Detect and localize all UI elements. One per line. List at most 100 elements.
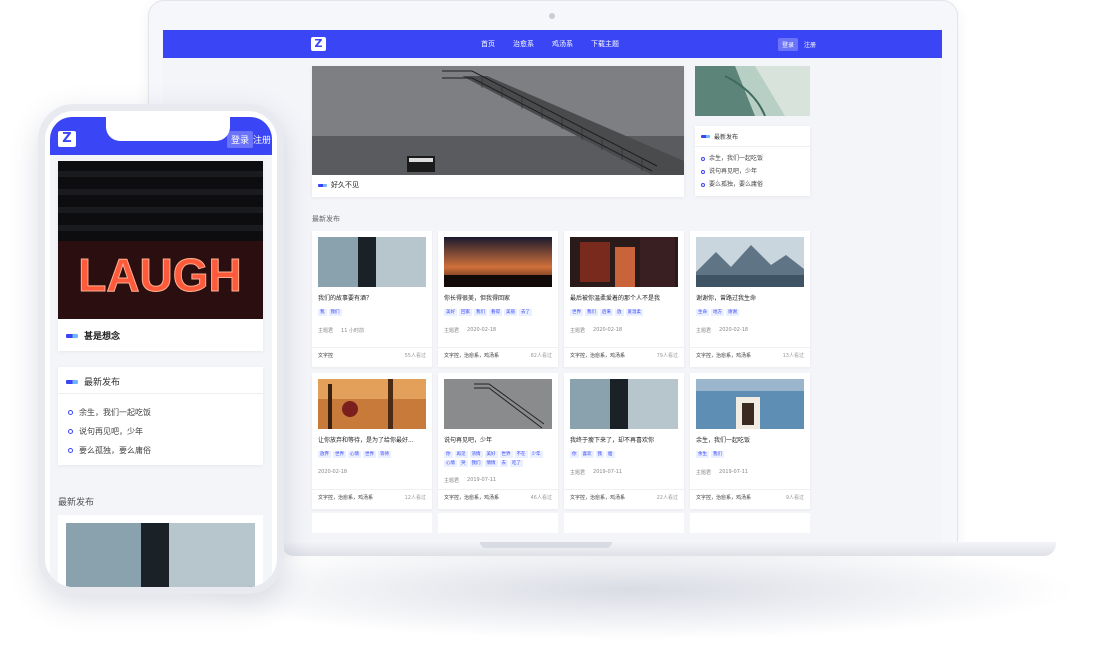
nav-item-healing[interactable]: 治愈系 bbox=[513, 39, 534, 49]
list-item[interactable]: 要么孤独，要么庸俗 bbox=[68, 441, 151, 460]
featured-title[interactable]: 好久不见 bbox=[331, 180, 359, 190]
nav-item-soup[interactable]: 鸡汤系 bbox=[552, 39, 573, 49]
tag[interactable]: 放 bbox=[615, 309, 624, 316]
post-title[interactable]: 余生，我们一起吃饭 bbox=[696, 435, 804, 444]
featured-post[interactable]: LAUGH 甚是想念 bbox=[58, 161, 263, 351]
tag[interactable]: 去了 bbox=[519, 309, 532, 316]
tag[interactable]: 爱温柔 bbox=[625, 309, 643, 316]
post-thumbnail[interactable] bbox=[444, 379, 552, 429]
post-card[interactable] bbox=[58, 515, 263, 587]
tag[interactable]: 你 bbox=[444, 451, 453, 458]
post-thumbnail[interactable] bbox=[318, 379, 426, 429]
tag[interactable]: 瘦 bbox=[606, 451, 615, 458]
list-item[interactable]: 说句再见吧，少年 bbox=[68, 422, 151, 441]
register-link[interactable]: 注册 bbox=[253, 133, 271, 146]
tag[interactable]: 我们 bbox=[469, 460, 483, 467]
tag[interactable]: 世界 bbox=[333, 451, 346, 458]
tag[interactable]: 少年 bbox=[529, 451, 543, 458]
post-title[interactable]: 谢谢你，曾路过我生命 bbox=[696, 293, 804, 302]
tag[interactable]: 情情 bbox=[484, 460, 498, 467]
post-thumbnail[interactable] bbox=[318, 237, 426, 287]
login-button[interactable]: 登录 bbox=[227, 131, 254, 148]
list-item[interactable]: 要么孤独，要么庸俗 bbox=[701, 178, 763, 191]
post-thumbnail[interactable] bbox=[570, 237, 678, 287]
post-category[interactable]: 文字控，治愈系，鸡汤系 bbox=[696, 352, 751, 359]
tag[interactable]: 喜欢 bbox=[580, 451, 594, 458]
side-banner-leaf[interactable] bbox=[695, 66, 810, 116]
post-card[interactable]: 我终于瘦下来了，却不再喜欢你 你喜欢我瘦 主题君 2019-07-11 文字控，治… bbox=[564, 373, 684, 509]
post-card[interactable]: 我们的故事要有酒？ 我我们 主题君 11 小时前 文字控 55人看过 bbox=[312, 231, 432, 367]
list-item[interactable]: 余生，我们一起吃饭 bbox=[68, 403, 151, 422]
tag[interactable]: 放弃 bbox=[318, 451, 331, 458]
login-button[interactable]: 登录 bbox=[777, 38, 798, 51]
tag[interactable]: 我们 bbox=[474, 309, 487, 316]
tag[interactable]: 我们 bbox=[585, 309, 598, 316]
post-category[interactable]: 文字控，治愈系，鸡汤系 bbox=[570, 494, 625, 501]
tag[interactable]: 去 bbox=[499, 460, 508, 467]
tag[interactable]: 世界 bbox=[499, 451, 513, 458]
tag[interactable]: 我们 bbox=[711, 451, 724, 458]
tag[interactable]: 吃了 bbox=[510, 460, 523, 467]
tag[interactable]: 美好 bbox=[484, 451, 498, 458]
site-logo[interactable]: Z bbox=[58, 131, 76, 147]
post-title[interactable]: 最后被你温柔爱着的那个人不是我 bbox=[570, 293, 678, 302]
tag[interactable]: 哭 bbox=[459, 460, 468, 467]
tag[interactable]: 不在 bbox=[514, 451, 528, 458]
tag[interactable]: 看得 bbox=[489, 309, 502, 316]
tag[interactable]: 我 bbox=[595, 451, 604, 458]
post-category[interactable]: 文字控，治愈系，鸡汤系 bbox=[570, 352, 625, 359]
post-title[interactable]: 让你放弃和等待，是为了给你最好... bbox=[318, 435, 426, 444]
featured-image-stairs[interactable] bbox=[312, 66, 684, 175]
list-item[interactable]: 余生，我们一起吃饭 bbox=[701, 152, 763, 165]
post-thumbnail[interactable] bbox=[696, 379, 804, 429]
tag[interactable]: 等待 bbox=[378, 451, 391, 458]
post-card[interactable]: 你长得很美，但我得回家 美好 回家 我们 看得 美丽 去了 主题君 2020-02-18 文… bbox=[438, 231, 558, 367]
post-card[interactable]: 谢谢你，曾路过我生命 生命 地方 谢谢 主题君 2020-02-18 文字控，治愈系，… bbox=[690, 231, 810, 367]
tag[interactable]: 我 bbox=[318, 309, 327, 316]
tag[interactable]: 心情 bbox=[348, 451, 361, 458]
nav-item-home[interactable]: 首页 bbox=[481, 39, 495, 49]
tag[interactable]: 世界 bbox=[363, 451, 376, 458]
post-title[interactable]: 我们的故事要有酒？ bbox=[318, 293, 426, 302]
post-card-placeholder[interactable] bbox=[690, 513, 810, 533]
tag[interactable]: 美丽 bbox=[504, 309, 517, 316]
post-card[interactable]: 最后被你温柔爱着的那个人不是我 世界 我们 后来放爱温柔 主题君 2020-02-18… bbox=[564, 231, 684, 367]
post-card-placeholder[interactable] bbox=[438, 513, 558, 533]
featured-title[interactable]: 甚是想念 bbox=[84, 329, 120, 342]
tag[interactable]: 生命 bbox=[696, 309, 709, 316]
post-card-placeholder[interactable] bbox=[312, 513, 432, 533]
post-category[interactable]: 文字控，治愈系，鸡汤系 bbox=[696, 494, 751, 501]
featured-image-neon[interactable]: LAUGH bbox=[58, 161, 263, 319]
tag[interactable]: 回家 bbox=[459, 309, 472, 316]
nav-item-download-theme[interactable]: 下载主题 bbox=[591, 39, 619, 49]
post-category[interactable]: 文字控 bbox=[318, 352, 333, 359]
tag[interactable]: 你 bbox=[570, 451, 579, 458]
tag[interactable]: 心情 bbox=[444, 460, 457, 467]
tag[interactable]: 谢谢 bbox=[726, 309, 739, 316]
tag[interactable]: 再见 bbox=[454, 451, 468, 458]
post-card[interactable]: 让你放弃和等待，是为了给你最好... 放弃 世界 心情 世界 等待 2020-02-18… bbox=[312, 373, 432, 509]
tag[interactable]: 世界 bbox=[570, 309, 583, 316]
post-title[interactable]: 说句再见吧，少年 bbox=[444, 435, 552, 444]
list-item[interactable]: 说句再见吧，少年 bbox=[701, 165, 763, 178]
post-card[interactable]: 余生，我们一起吃饭 余生 我们 主题君 2019-07-11 文字控，治愈系，鸡汤系… bbox=[690, 373, 810, 509]
post-card-placeholder[interactable] bbox=[564, 513, 684, 533]
register-link[interactable]: 注册 bbox=[804, 40, 816, 49]
post-title[interactable]: 我终于瘦下来了，却不再喜欢你 bbox=[570, 435, 678, 444]
tag[interactable]: 美好 bbox=[444, 309, 457, 316]
post-thumbnail[interactable] bbox=[696, 237, 804, 287]
post-category[interactable]: 文字控，治愈系，鸡汤系 bbox=[318, 494, 373, 501]
tag[interactable]: 我们 bbox=[328, 309, 342, 316]
post-thumbnail[interactable] bbox=[570, 379, 678, 429]
tag[interactable]: 地方 bbox=[711, 309, 724, 316]
post-title[interactable]: 你长得很美，但我得回家 bbox=[444, 293, 552, 302]
tag[interactable]: 浓情 bbox=[469, 451, 483, 458]
post-category[interactable]: 文字控，治愈系，鸡汤系 bbox=[444, 352, 499, 359]
post-card[interactable]: 说句再见吧，少年 你再见 浓情 美好 世界 不在 少年 心情哭我们 情情去吃了 主题君 2019… bbox=[438, 373, 558, 509]
post-thumbnail[interactable] bbox=[444, 237, 552, 287]
tag[interactable]: 后来 bbox=[600, 309, 613, 316]
tag[interactable]: 余生 bbox=[696, 451, 709, 458]
post-category[interactable]: 文字控，治愈系，鸡汤系 bbox=[444, 494, 499, 501]
site-logo[interactable]: Z bbox=[311, 37, 326, 51]
post-thumbnail[interactable] bbox=[66, 523, 255, 587]
